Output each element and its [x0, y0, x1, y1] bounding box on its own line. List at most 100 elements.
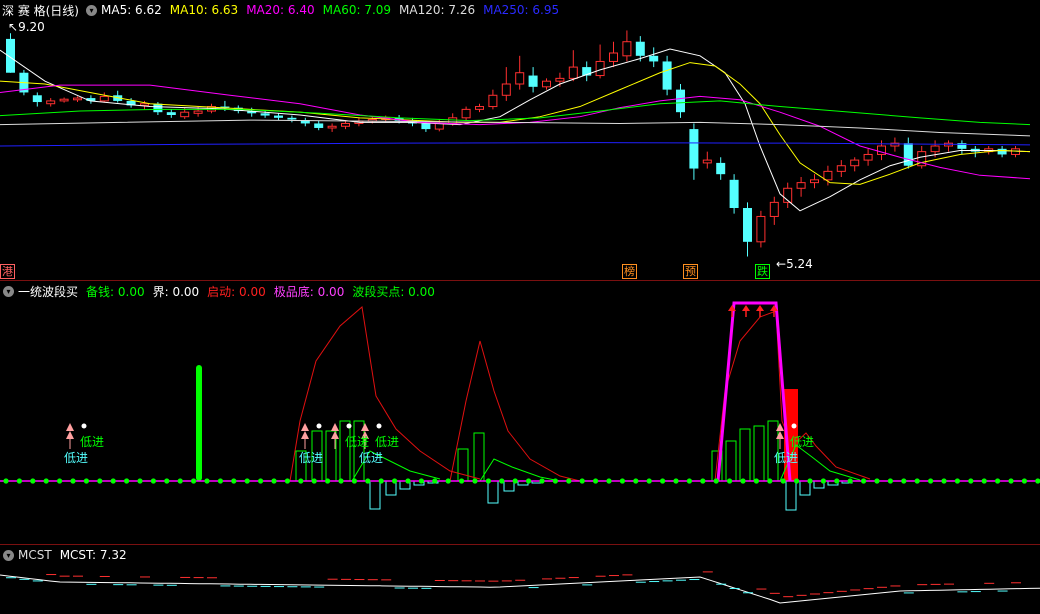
green-curve	[479, 458, 561, 482]
candle	[836, 160, 846, 177]
baseline-dot	[700, 478, 706, 484]
baseline-dot	[325, 478, 331, 484]
candle	[582, 61, 592, 82]
baseline-dot	[660, 478, 666, 484]
candle-body	[260, 113, 270, 116]
candle-body	[609, 52, 618, 62]
arrow-head	[756, 305, 764, 311]
indicator-pane[interactable]: ▾ 一统波段买 备钱: 0.00 界: 0.00 启动: 0.00 极品底: 0.00…	[0, 281, 1040, 543]
arrow-head	[742, 305, 750, 311]
negative-bar	[503, 480, 515, 492]
signal-label-green: 低进	[790, 435, 815, 449]
baseline-dot	[633, 478, 639, 484]
baseline-dot	[780, 478, 786, 484]
candle	[515, 55, 525, 90]
candle	[649, 47, 659, 68]
candle	[957, 140, 967, 155]
candle	[850, 157, 860, 172]
signal-dot	[376, 423, 382, 429]
baseline-dot	[794, 478, 800, 484]
candle	[528, 67, 538, 93]
low-price-value: 5.24	[786, 257, 813, 271]
signal-label-cyan: 低进	[299, 451, 324, 465]
baseline-dot	[284, 478, 290, 484]
candle	[99, 92, 109, 103]
signal-arrow-icon	[301, 423, 309, 431]
baseline-dot	[177, 478, 183, 484]
histogram-bar	[739, 428, 751, 482]
signal-dot	[791, 423, 797, 429]
up-arrow-icon	[756, 305, 764, 317]
baseline-dot	[673, 478, 679, 484]
candle-body	[99, 95, 109, 102]
candle-body	[769, 201, 779, 217]
baseline-dot	[847, 478, 853, 484]
candle-body	[796, 182, 806, 189]
signal-label-cyan: 低进	[64, 451, 89, 465]
signal-label-green: 低进	[80, 435, 105, 449]
candle	[863, 148, 873, 166]
indicator-chart[interactable]	[0, 281, 1040, 543]
baseline-dot	[392, 478, 398, 484]
candle	[46, 98, 56, 107]
ma250-line	[0, 142, 1031, 147]
candle-body	[863, 153, 873, 161]
baseline-dot	[740, 478, 746, 484]
baseline-dot	[418, 478, 424, 484]
candle-body	[997, 148, 1007, 155]
signal-label-cyan: 低进	[774, 451, 799, 465]
candle-body	[595, 60, 605, 77]
baseline-dot	[164, 478, 170, 484]
price-pane[interactable]: 深 赛 格(日线) ▾ MA5: 6.62 MA10: 6.63 MA20: 6.4…	[0, 0, 1040, 280]
baseline-dot	[928, 478, 934, 484]
candle	[300, 117, 310, 127]
histogram-bar	[473, 432, 485, 482]
candle	[6, 33, 15, 73]
candle	[689, 123, 699, 180]
candle	[555, 72, 565, 87]
candle-body	[823, 170, 833, 181]
baseline-dot	[713, 478, 719, 484]
baseline-dot	[686, 478, 693, 484]
candle	[743, 202, 752, 257]
candle-body	[140, 103, 149, 106]
candle	[702, 151, 712, 169]
baseline-dot	[767, 478, 773, 484]
baseline-dot	[606, 478, 612, 484]
candlestick-chart[interactable]	[0, 0, 1040, 280]
negative-bar	[785, 480, 797, 511]
candle-body	[166, 112, 176, 115]
signal-arrow-icon	[776, 431, 784, 439]
candle	[327, 123, 337, 132]
baseline-dot	[231, 478, 237, 484]
baseline-dot	[646, 478, 652, 484]
baseline-dot	[271, 478, 277, 484]
candle-body	[756, 215, 766, 243]
candle-body	[930, 145, 940, 153]
candle-body	[180, 111, 190, 118]
event-badge[interactable]: 预	[683, 264, 698, 279]
event-badge[interactable]: 榜	[622, 264, 637, 279]
candle	[166, 109, 176, 118]
event-badge[interactable]: 跌	[755, 264, 770, 279]
baseline-dot	[43, 478, 49, 484]
negative-bar	[369, 480, 381, 510]
baseline-dot	[887, 478, 894, 484]
candle	[32, 92, 42, 107]
candle-body	[635, 41, 645, 56]
candle	[810, 174, 819, 189]
baseline-dot	[539, 478, 545, 484]
candle-body	[59, 98, 69, 102]
baseline-dot	[954, 478, 961, 484]
ma5-line	[0, 48, 1031, 212]
event-badge[interactable]: 港	[0, 264, 15, 279]
signal-arrow-icon	[66, 423, 74, 431]
baseline-dot	[3, 478, 9, 484]
baseline-dot	[485, 478, 491, 484]
baseline-dot	[365, 478, 371, 484]
baseline-dot	[579, 478, 585, 484]
baseline-dot	[981, 478, 987, 484]
baseline-dot	[968, 478, 974, 484]
candle-body	[555, 77, 565, 82]
mcst-pane[interactable]: ▾ MCST MCST: 7.32	[0, 545, 1040, 614]
